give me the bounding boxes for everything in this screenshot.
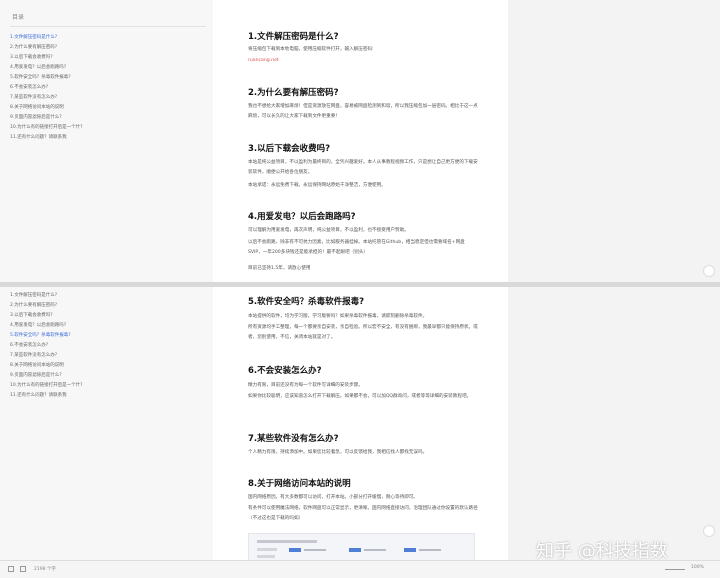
toc-item-7[interactable]: 7.某些软件没有怎么办? (10, 93, 206, 103)
section-text: 可以理解为用爱发电，再次声明，纯公益项目，不以盈利，也不接受用户赞助。 (248, 228, 409, 233)
toc-item-6[interactable]: 6.不会安装怎么办? (10, 83, 206, 93)
file-name (304, 549, 326, 551)
section-title: 8.关于网络访问本站的说明 (248, 479, 351, 489)
toc-item-4[interactable]: 4.用爱发电？以后会跑路吗? (10, 63, 206, 73)
section-text: 将压缩包下载到本地电脑，使用压缩软件打开，输入解压密码: (248, 47, 374, 52)
section-title: 5.软件安全吗？杀毒软件报毒? (248, 297, 365, 307)
toc-list: 1.文件解压密码是什么? 2.为什么要有解压密码? 3.以后下载会收费吗? 4.… (10, 291, 206, 401)
toc-item-2[interactable]: 2.为什么要有解压密码? (10, 301, 206, 311)
toc-item-4[interactable]: 4.用爱发电？以后会跑路吗? (10, 321, 206, 331)
page-bottom: 1.文件解压密码是什么? 2.为什么要有解压密码? 3.以后下载会收费吗? 4.… (0, 287, 720, 560)
section-text: 精力有限，目前还没有为每一个软件写详细的安装步骤。 (248, 383, 363, 388)
section-text: 以后不会跑路，除非有不可抗力因素，比如服务器挂掉。本站托管在Github，相当稳… (248, 240, 465, 255)
folder-icon (289, 548, 301, 552)
outline-icon[interactable] (20, 566, 26, 572)
folder-icon (349, 548, 361, 552)
toc-item-9[interactable]: 9.页面内容滤除后是什么? (10, 113, 206, 123)
toc-list: 1.文件解压密码是什么? 2.为什么要有解压密码? 3.以后下载会收费吗? 4.… (10, 33, 206, 143)
toc-item-1[interactable]: 1.文件解压密码是什么? (10, 291, 206, 301)
zoom-level: 100% (691, 565, 704, 570)
word-count: 2198 个字 (34, 567, 56, 572)
section-text: 如果你比较聪明，应该知道怎么打开下载解压。如果都不会，可以加QQ群询问，或者等等… (248, 394, 472, 399)
file-name (364, 549, 386, 551)
section-text: 本站提供的软件，均为学习版。学习版要吗？如果杀毒软件报毒，请即刻删除杀毒软件。 (248, 314, 428, 319)
preview-header (257, 540, 317, 543)
section-text: 所有资源均手工整理，每一个都要亲自安装，亲自检验。所以宏不安全，有没有捆绑，我最… (248, 325, 478, 340)
toc-item-10[interactable]: 10.为什么有的链接打开后是一个什? (10, 123, 206, 133)
section-text: 目前已坚持1.5年，请放心使用 (248, 266, 311, 271)
toc-panel: 目录 1.文件解压密码是什么? 2.为什么要有解压密码? 3.以后下载会收费吗?… (0, 0, 213, 282)
section-title: 2.为什么要有解压密码? (248, 88, 339, 98)
preview-nav (257, 555, 275, 558)
toc-item-2[interactable]: 2.为什么要有解压密码? (10, 43, 206, 53)
toc-item-9[interactable]: 9.页面内容滤除后是什么? (10, 371, 206, 381)
right-margin (508, 287, 720, 560)
right-margin (508, 0, 720, 282)
toc-title: 目录 (12, 14, 25, 21)
toc-divider (10, 26, 206, 27)
section-title: 4.用爱发电？以后会跑路吗? (248, 212, 356, 222)
section-title: 6.不会安装怎么办? (248, 366, 322, 376)
toc-item-8[interactable]: 8.关于网络访问本站的说明 (10, 103, 206, 113)
section-title: 3.以后下载会收费吗? (248, 144, 331, 154)
page-top: 目录 1.文件解压密码是什么? 2.为什么要有解压密码? 3.以后下载会收费吗?… (0, 0, 720, 282)
toc-panel: 1.文件解压密码是什么? 2.为什么要有解压密码? 3.以后下载会收费吗? 4.… (0, 287, 213, 560)
section-text: 本站是纯公益项目，不以盈利为最终目的，全凭兴趣爱好。本人从事教程视频工作，只是想… (248, 160, 478, 175)
toc-item-11[interactable]: 11.还有什么问题？请联系我 (10, 133, 206, 143)
document-page: 5.软件安全吗？杀毒软件报毒? 本站提供的软件，均为学习版。学习版要吗？如果杀毒… (213, 287, 508, 560)
toc-item-5[interactable]: 5.软件安全吗？杀毒软件报毒? (10, 331, 206, 341)
file-name (419, 549, 441, 551)
toc-item-8[interactable]: 8.关于网络访问本站的说明 (10, 361, 206, 371)
toc-item-10[interactable]: 10.为什么有的链接打开后是一个什? (10, 381, 206, 391)
status-bar: 2198 个字 100% (0, 560, 720, 578)
toc-item-5[interactable]: 5.软件安全吗？杀毒软件报毒? (10, 73, 206, 83)
section-text: 本站承诺：永远免费下载，永远保持网站原始干净整洁，方便使用。 (248, 183, 386, 188)
document-page: 1.文件解压密码是什么? 将压缩包下载到本地电脑，使用压缩软件打开，输入解压密码… (213, 0, 508, 282)
section-text: 国内网络原因，有大多数都可以访问，打开本站。小部分打开缓慢，耐心等待即可。 (248, 495, 418, 500)
section-text: 有条件可以使用魔法网络，软件网盘可以正常显示，更清晰。国内网络直接访问，治理团队… (248, 506, 478, 521)
section-title: 7.某些软件没有怎么办? (248, 434, 339, 444)
folder-icon (404, 548, 416, 552)
toc-item-7[interactable]: 7.某些软件没有怎么办? (10, 351, 206, 361)
more-icon[interactable] (703, 525, 715, 537)
section-text: 个人精力有限，持续添加中。如果您比较着急，可以反馈给我，我相信找人都找无误吗。 (248, 450, 428, 455)
layout-icon[interactable] (8, 566, 14, 572)
section-text: 我也不想给大家增加麻烦！但是资源放在网盘，容易被网盘检测到和谐，所以我压缩包加一… (248, 104, 478, 119)
preview-nav (257, 548, 277, 551)
zoom-control[interactable]: 100% (655, 565, 715, 573)
site-link[interactable]: ruancang.net (248, 56, 279, 66)
zoom-slider[interactable] (665, 569, 685, 570)
toc-item-1[interactable]: 1.文件解压密码是什么? (10, 33, 206, 43)
more-icon[interactable] (703, 265, 715, 277)
toc-item-6[interactable]: 6.不会安装怎么办? (10, 341, 206, 351)
toc-item-3[interactable]: 3.以后下载会收费吗? (10, 53, 206, 63)
toc-item-3[interactable]: 3.以后下载会收费吗? (10, 311, 206, 321)
section-title: 1.文件解压密码是什么? (248, 32, 339, 42)
screenshot-preview (248, 533, 475, 560)
toc-item-11[interactable]: 11.还有什么问题？请联系我 (10, 391, 206, 401)
